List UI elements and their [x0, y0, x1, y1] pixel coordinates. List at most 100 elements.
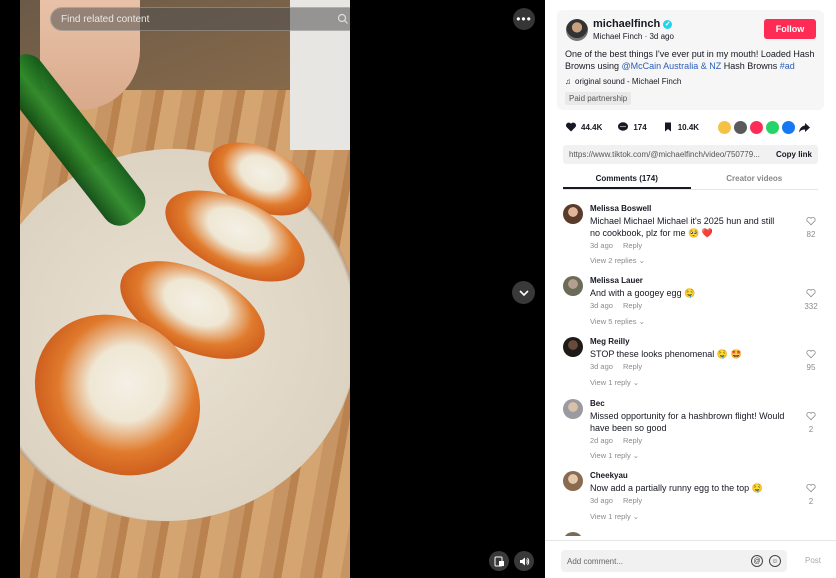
view-replies-button[interactable]: View 1 reply ⌄ [590, 378, 639, 387]
caption-mention-link[interactable]: @McCain Australia & NZ [622, 61, 722, 71]
post-caption: One of the best things I've ever put in … [565, 48, 817, 72]
more-options-button[interactable]: ••• [513, 8, 535, 30]
comment-input[interactable]: Add comment... @ ☺ [561, 550, 787, 572]
comment-item: Cheekyau Now add a partially runny egg t… [563, 471, 823, 525]
tab-comments[interactable]: Comments (174) [563, 169, 691, 189]
view-replies-button[interactable]: View 2 replies ⌄ [590, 256, 645, 265]
comment-text: And with a googey egg 🤤 [590, 288, 696, 298]
picture-in-picture-button[interactable] [489, 551, 509, 571]
panel-tabs: Comments (174) Creator videos [563, 169, 818, 190]
comment-like-button[interactable]: 82 [799, 216, 823, 239]
comment-item [563, 532, 823, 536]
like-count: 44.4K [581, 122, 603, 132]
comment-count: 174 [633, 122, 647, 132]
commenter-avatar[interactable] [563, 276, 583, 296]
commenter-name[interactable]: Melissa Boswell [590, 204, 651, 213]
comment-like-button[interactable]: 2 [799, 483, 823, 506]
whatsapp-icon[interactable] [766, 121, 779, 134]
comment-item: Melissa Boswell Michael Michael Michael … [563, 204, 823, 268]
find-related-search[interactable]: Find related content [50, 7, 350, 31]
comment-meta: 3d ago Reply [590, 301, 652, 310]
author-subline: Michael Finch · 3d ago [593, 32, 674, 41]
view-replies-button[interactable]: View 1 reply ⌄ [590, 451, 639, 460]
commenter-name[interactable]: Cheekyau [590, 471, 628, 480]
view-replies-label: View 2 replies [590, 256, 637, 265]
comment-like-count: 82 [806, 230, 816, 239]
view-replies-button[interactable]: View 5 replies ⌄ [590, 317, 645, 326]
reply-button[interactable]: Reply [623, 241, 642, 250]
heart-icon [565, 122, 577, 132]
commenter-avatar[interactable] [563, 204, 583, 224]
video-stage: Find related content ••• [0, 0, 545, 578]
comment-button[interactable]: 174 [617, 121, 647, 133]
commenter-avatar[interactable] [563, 532, 583, 536]
comment-list: Melissa Boswell Michael Michael Michael … [545, 196, 836, 536]
heart-outline-icon [806, 411, 816, 421]
commenter-name[interactable]: Bec [590, 399, 605, 408]
comment-meta: 3d ago Reply [590, 241, 652, 250]
post-comment-button[interactable]: Post [805, 556, 821, 565]
caption-hashtag-link[interactable]: #ad [780, 61, 795, 71]
heart-outline-icon [806, 349, 816, 359]
comment-like-button[interactable]: 95 [799, 349, 823, 372]
commenter-avatar[interactable] [563, 337, 583, 357]
like-button[interactable]: 44.4K [565, 121, 602, 133]
comment-text: Michael Michael Michael it's 2025 hun an… [590, 216, 775, 238]
video-player[interactable]: Find related content [20, 0, 350, 578]
share-arrow-icon[interactable] [798, 121, 811, 134]
search-placeholder: Find related content [61, 13, 150, 25]
facebook-icon[interactable] [782, 121, 795, 134]
comment-like-count: 95 [806, 363, 816, 372]
follow-button[interactable]: Follow [764, 19, 816, 39]
author-handle[interactable]: michaelfinch [593, 18, 660, 30]
view-replies-button[interactable]: View 1 reply ⌄ [590, 512, 639, 521]
save-button[interactable]: 10.4K [662, 121, 699, 133]
comment-meta: 3d ago Reply [590, 496, 652, 505]
comment-like-button[interactable]: 332 [799, 288, 823, 311]
comment-icon [618, 122, 629, 131]
send-icon[interactable] [750, 121, 763, 134]
sound-link[interactable]: ♫ original sound - Michael Finch [565, 77, 681, 86]
comment-time: 3d ago [590, 362, 613, 371]
copy-link-button[interactable]: Copy link [776, 150, 812, 159]
video-url[interactable]: https://www.tiktok.com/@michaelfinch/vid… [569, 150, 776, 159]
view-replies-label: View 1 reply [590, 512, 631, 521]
commenter-name[interactable]: Meg Reilly [590, 337, 630, 346]
embed-icon[interactable] [734, 121, 747, 134]
comment-like-button[interactable]: 2 [799, 411, 823, 434]
tab-creator-videos[interactable]: Creator videos [691, 169, 819, 189]
commenter-name[interactable]: Melissa Lauer [590, 276, 643, 285]
commenter-avatar[interactable] [563, 399, 583, 419]
reply-button[interactable]: Reply [623, 362, 642, 371]
volume-button[interactable] [514, 551, 534, 571]
music-note-icon: ♫ [565, 77, 571, 86]
emoji-icon[interactable]: ☺ [769, 555, 781, 567]
paid-partnership-badge: Paid partnership [565, 92, 632, 105]
commenter-avatar[interactable] [563, 471, 583, 491]
tiktok-video-page: Find related content ••• michaelfinch ✓ … [0, 0, 836, 578]
comment-item: Meg Reilly STOP these looks phenomenal 🤤… [563, 337, 823, 391]
share-row [718, 121, 811, 134]
post-time: 3d ago [649, 32, 674, 41]
author-handle-row[interactable]: michaelfinch ✓ [593, 18, 673, 30]
reply-button[interactable]: Reply [623, 301, 642, 310]
comment-text: STOP these looks phenomenal 🤤 🤩 [590, 349, 742, 359]
comment-item: Melissa Lauer And with a googey egg 🤤 3d… [563, 276, 823, 330]
heart-outline-icon [806, 288, 816, 298]
view-replies-label: View 1 reply [590, 451, 631, 460]
comment-time: 3d ago [590, 241, 613, 250]
author-name: Michael Finch [593, 32, 643, 41]
comment-item: Bec Missed opportunity for a hashbrown f… [563, 399, 823, 463]
comment-like-count: 2 [808, 497, 814, 506]
heart-outline-icon [806, 216, 816, 226]
author-avatar[interactable] [566, 19, 588, 41]
volume-icon [519, 557, 529, 565]
engagement-actions: 44.4K 174 10.4K [565, 121, 708, 133]
reply-button[interactable]: Reply [623, 436, 642, 445]
search-icon[interactable] [337, 13, 349, 25]
next-video-button[interactable] [512, 281, 535, 304]
comment-time: 3d ago [590, 301, 613, 310]
mention-icon[interactable]: @ [751, 555, 763, 567]
repost-icon[interactable] [718, 121, 731, 134]
reply-button[interactable]: Reply [623, 496, 642, 505]
